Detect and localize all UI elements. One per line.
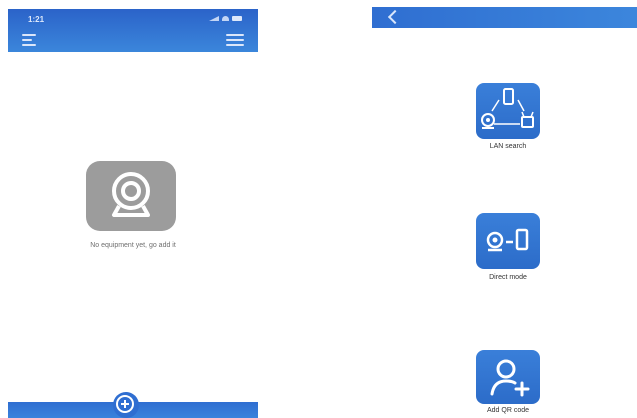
plus-circle-icon[interactable] xyxy=(113,392,139,418)
wifi-icon xyxy=(222,16,229,21)
chevron-left-icon[interactable] xyxy=(387,9,403,25)
direct-mode-option[interactable]: Direct mode xyxy=(476,213,540,281)
status-time: 1:21 xyxy=(28,15,45,24)
lan-search-label: LAN search xyxy=(489,143,527,150)
signal-icon xyxy=(209,16,219,21)
home-header: 1:21 xyxy=(8,9,258,52)
hamburger-icon[interactable] xyxy=(22,34,36,46)
battery-icon xyxy=(232,16,242,21)
add-qr-code-option[interactable]: Add QR code xyxy=(476,350,540,414)
direct-mode-label: Direct mode xyxy=(489,274,527,281)
list-icon[interactable] xyxy=(226,34,244,46)
status-icons xyxy=(209,16,242,21)
camera-to-phone-icon xyxy=(476,213,540,269)
add-qr-code-label: Add QR code xyxy=(486,407,530,414)
camera-icon xyxy=(86,161,176,231)
add-device-header xyxy=(372,7,637,28)
lan-search-icon xyxy=(476,83,540,139)
lan-search-option[interactable]: LAN search xyxy=(476,83,540,150)
empty-message: No equipment yet, go add it xyxy=(90,242,176,249)
add-user-icon xyxy=(476,350,540,404)
